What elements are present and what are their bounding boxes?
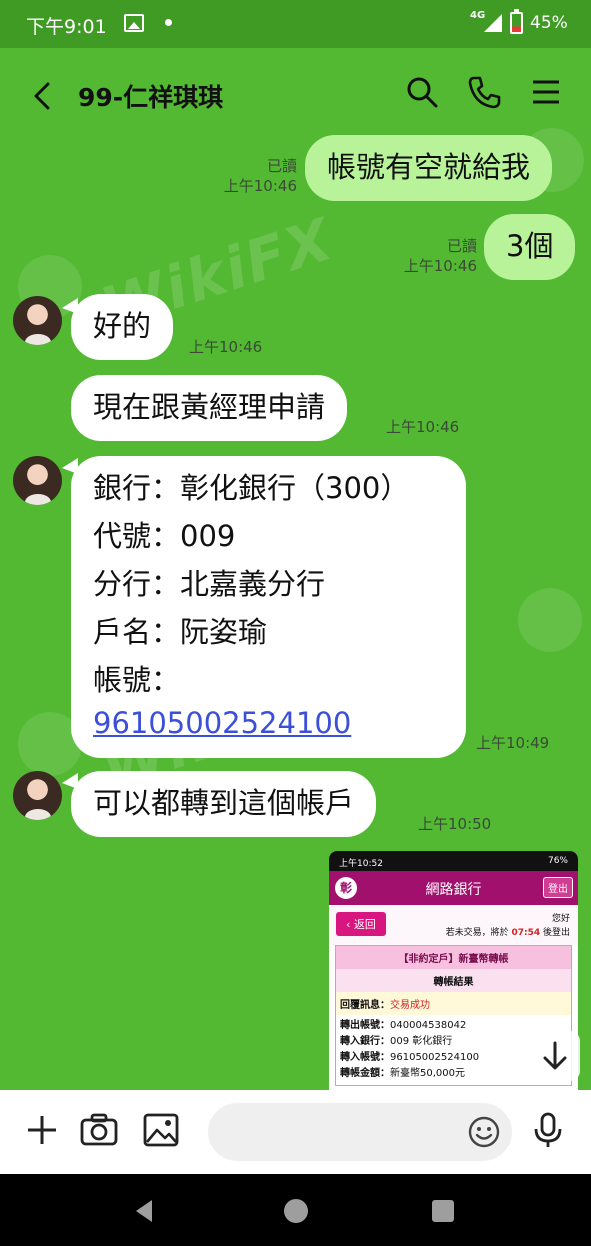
message-time: 上午10:46 (189, 338, 263, 356)
field-value: 009 彰化銀行 (390, 1036, 453, 1047)
message-bubble-received[interactable]: 現在跟黃經理申請 (71, 375, 348, 441)
phone-icon[interactable] (464, 72, 504, 112)
status-bar: 下午9:01 4G 45% (0, 0, 591, 48)
message-composer (0, 1090, 591, 1174)
network-type: 4G (470, 10, 486, 21)
system-nav-bar (0, 1174, 591, 1246)
logout-button: 登出 (543, 877, 573, 898)
warn-prefix: 若未交易，將於 (445, 928, 509, 938)
branch-line: 分行：北嘉義分行 (93, 567, 326, 601)
account-number-link[interactable]: 96105002524100 (93, 704, 444, 742)
return-label: 返回 (353, 918, 376, 931)
nav-back-icon[interactable] (130, 1196, 160, 1226)
transfer-type: 【非約定戶】新臺幣轉帳 (336, 946, 571, 969)
bank-toprow: ‹ 返回 您好 若未交易，將於 07:54 後登出 (329, 905, 578, 945)
code-line: 代號：009 (93, 519, 236, 553)
warn-suffix: 後登出 (542, 928, 570, 938)
image-notification-icon (124, 14, 144, 32)
signal-icon (484, 14, 502, 32)
message-bubble-received[interactable]: 好的 (71, 294, 174, 360)
status-time: 下午9:01 (26, 16, 107, 38)
message-time: 上午10:46 (223, 177, 297, 195)
timeout-warning: 若未交易，將於 07:54 後登出 (446, 925, 570, 938)
chat-header: 99-仁祥琪琪 (0, 48, 591, 138)
contact-name: 99-仁祥琪琪 (78, 83, 224, 112)
reply-label: 回覆訊息： (340, 1000, 390, 1011)
message-bubble-sent[interactable]: 帳號有空就給我 (305, 135, 553, 201)
scroll-to-bottom-button[interactable] (530, 1031, 580, 1081)
microphone-icon[interactable] (528, 1110, 568, 1150)
message-bubble-received[interactable]: 銀行：彰化銀行（300） 代號：009 分行：北嘉義分行 戶名：阮姿瑜 帳號： … (71, 456, 466, 758)
reply-row: 回覆訊息：交易成功 (336, 992, 571, 1015)
field-value: 040004538042 (390, 1020, 467, 1031)
menu-icon[interactable] (526, 72, 566, 112)
bank-header: 彰 網路銀行 登出 (329, 871, 578, 905)
field-value: 96105002524100 (390, 1052, 480, 1063)
screenshot-status-bar: 上午10:52 76% (329, 851, 578, 871)
message-time: 上午10:46 (386, 418, 460, 436)
image-icon[interactable] (141, 1110, 181, 1150)
field-row: 轉出帳號：040004538042 (340, 1018, 567, 1034)
watermark-seal (518, 588, 582, 652)
screenshot-battery: 76% (547, 856, 568, 866)
message-time: 上午10:50 (418, 815, 492, 833)
message-bubble-sent[interactable]: 3個 (484, 214, 576, 280)
transfer-result-heading: 轉帳結果 (336, 969, 571, 992)
read-receipt: 已讀 (446, 237, 477, 255)
message-meta: 已讀 上午10:46 (215, 156, 297, 196)
greeting: 您好 (551, 914, 570, 924)
read-receipt: 已讀 (266, 157, 297, 175)
message-input-box[interactable] (208, 1103, 512, 1161)
return-button: ‹ 返回 (336, 912, 386, 936)
field-value: 新臺幣50,000元 (390, 1068, 465, 1079)
field-key: 轉入帳號： (340, 1052, 390, 1063)
avatar[interactable] (13, 456, 62, 505)
bank-line: 銀行：彰化銀行（300） (93, 471, 410, 505)
search-icon[interactable] (402, 72, 442, 112)
battery-percent: 45% (530, 13, 568, 33)
message-time: 上午10:46 (403, 257, 477, 275)
message-input[interactable] (208, 1103, 448, 1161)
nav-home-icon[interactable] (281, 1196, 311, 1226)
message-meta: 已讀 上午10:46 (395, 236, 477, 276)
avatar[interactable] (13, 296, 62, 345)
account-name-line: 戶名：阮姿瑜 (93, 615, 268, 649)
notification-dot-icon (165, 19, 172, 26)
emoji-icon[interactable] (468, 1116, 500, 1148)
bank-title: 網路銀行 (425, 882, 482, 898)
back-icon[interactable] (24, 76, 64, 116)
battery-icon (510, 9, 523, 34)
avatar[interactable] (13, 771, 62, 820)
field-key: 轉出帳號： (340, 1020, 390, 1031)
field-key: 轉入銀行： (340, 1036, 390, 1047)
plus-icon[interactable] (22, 1110, 62, 1150)
message-bubble-received[interactable]: 可以都轉到這個帳戶 (71, 771, 377, 837)
message-time: 上午10:49 (476, 734, 550, 752)
nav-recent-apps-icon[interactable] (428, 1196, 458, 1226)
reply-value: 交易成功 (390, 1000, 430, 1011)
screenshot-time: 上午10:52 (339, 859, 383, 869)
field-key: 轉帳金額： (340, 1068, 390, 1079)
account-label-line: 帳號： (93, 663, 181, 697)
warn-time: 07:54 (511, 928, 541, 938)
camera-icon[interactable] (79, 1110, 119, 1150)
